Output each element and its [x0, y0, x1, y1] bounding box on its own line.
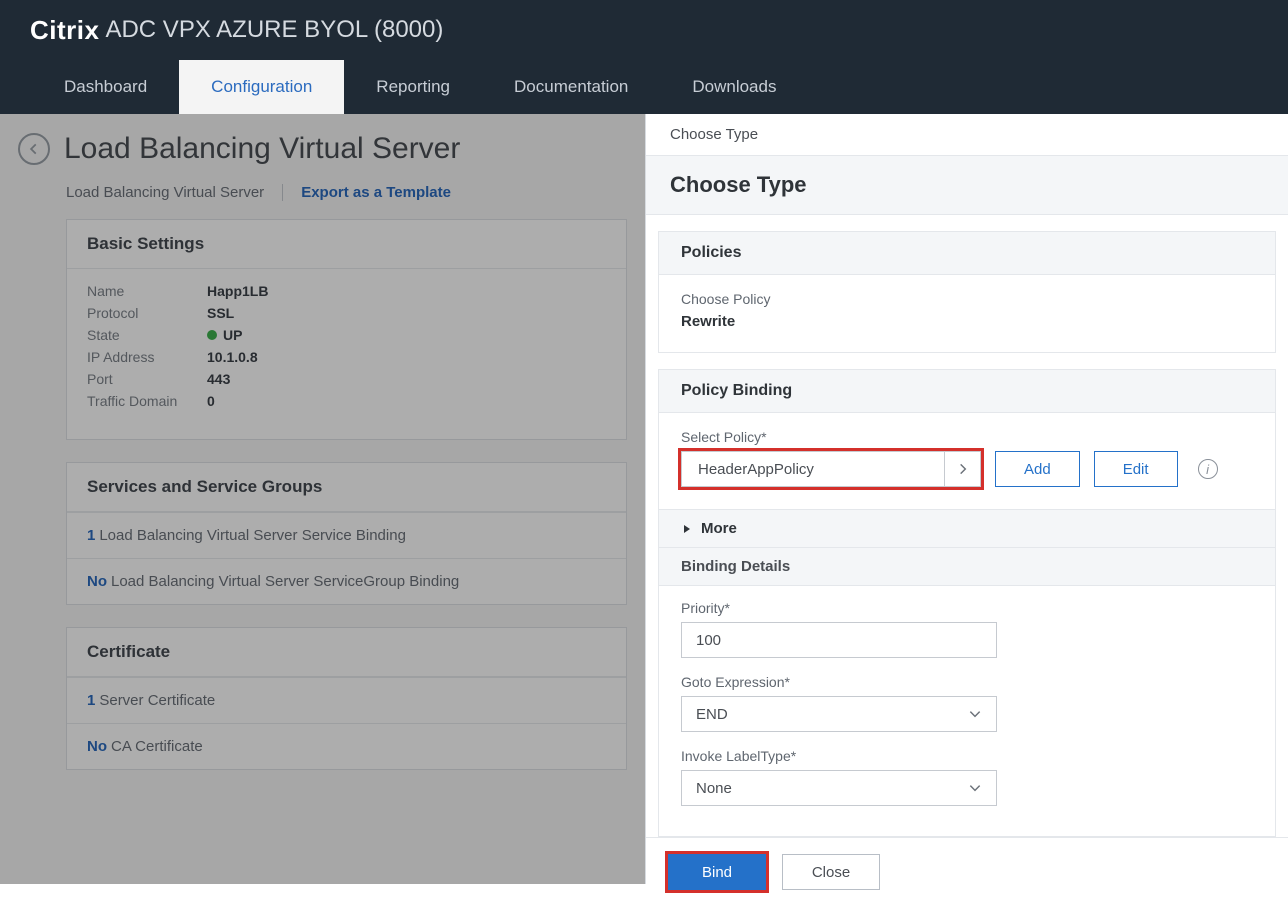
policies-header: Policies	[659, 232, 1275, 275]
bind-button[interactable]: Bind	[668, 854, 766, 890]
main-nav: Dashboard Configuration Reporting Docume…	[0, 60, 1288, 114]
chevron-down-icon	[968, 781, 982, 795]
page-content: Load Balancing Virtual Server Load Balan…	[0, 114, 645, 792]
brand-rest: ADC VPX AZURE BYOL (8000)	[105, 16, 443, 44]
kv-protocol: ProtocolSSL	[87, 305, 606, 321]
panel-title: Choose Type	[646, 155, 1288, 215]
basic-settings-header: Basic Settings	[67, 220, 626, 269]
servicegroup-binding-row[interactable]: NoLoad Balancing Virtual Server ServiceG…	[67, 558, 626, 604]
triangle-right-icon	[681, 523, 693, 535]
brand-bold: Citrix	[30, 15, 99, 46]
basic-settings-card: Basic Settings NameHapp1LB ProtocolSSL S…	[66, 219, 627, 440]
chevron-down-icon	[968, 707, 982, 721]
goto-label: Goto Expression*	[681, 674, 1253, 690]
select-policy-label: Select Policy*	[681, 429, 1253, 445]
info-icon[interactable]: i	[1198, 459, 1218, 479]
policies-section: Policies Choose Policy Rewrite	[658, 231, 1276, 353]
invoke-group: Invoke LabelType* None	[681, 748, 1253, 806]
choose-policy-value: Rewrite	[681, 313, 1253, 330]
invoke-dropdown[interactable]: None	[681, 770, 997, 806]
panel-breadcrumb: Choose Type	[646, 114, 1288, 155]
policy-binding-section: Policy Binding Select Policy* HeaderAppP…	[658, 369, 1276, 837]
choose-policy-label: Choose Policy	[681, 291, 1253, 307]
close-button[interactable]: Close	[782, 854, 880, 890]
edit-button[interactable]: Edit	[1094, 451, 1178, 487]
policy-binding-header: Policy Binding	[659, 370, 1275, 413]
panel-footer: Bind Close	[646, 837, 1288, 906]
goto-group: Goto Expression* END	[681, 674, 1253, 732]
services-card: Services and Service Groups 1Load Balanc…	[66, 462, 627, 605]
select-policy-picker[interactable]: HeaderAppPolicy	[681, 451, 981, 487]
basic-settings-body: NameHapp1LB ProtocolSSL StateUP IP Addre…	[67, 269, 626, 439]
subtitle-row: Load Balancing Virtual Server Export as …	[18, 184, 645, 201]
kv-port: Port443	[87, 371, 606, 387]
certificate-header: Certificate	[67, 628, 626, 677]
policies-body: Choose Policy Rewrite	[659, 275, 1275, 352]
more-toggle[interactable]: More	[659, 509, 1275, 547]
status-dot-icon	[207, 330, 217, 340]
priority-input[interactable]	[681, 622, 997, 658]
select-policy-row: HeaderAppPolicy Add Edit i	[681, 451, 1253, 487]
arrow-left-icon	[27, 142, 41, 156]
page-title-row: Load Balancing Virtual Server	[18, 132, 645, 166]
certificate-card: Certificate 1Server Certificate NoCA Cer…	[66, 627, 627, 770]
nav-reporting[interactable]: Reporting	[344, 60, 482, 114]
page-title: Load Balancing Virtual Server	[64, 132, 460, 166]
select-policy-text: HeaderAppPolicy	[682, 461, 944, 478]
kv-name: NameHapp1LB	[87, 283, 606, 299]
nav-dashboard[interactable]: Dashboard	[32, 60, 179, 114]
binding-details-header: Binding Details	[659, 547, 1275, 586]
invoke-label: Invoke LabelType*	[681, 748, 1253, 764]
priority-group: Priority*	[681, 600, 1253, 658]
side-panel: Choose Type Choose Type Policies Choose …	[645, 114, 1288, 884]
back-button[interactable]	[18, 133, 50, 165]
kv-ip: IP Address10.1.0.8	[87, 349, 606, 365]
server-cert-row[interactable]: 1Server Certificate	[67, 677, 626, 723]
service-binding-row[interactable]: 1Load Balancing Virtual Server Service B…	[67, 512, 626, 558]
services-header: Services and Service Groups	[67, 463, 626, 512]
goto-dropdown[interactable]: END	[681, 696, 997, 732]
subtitle-text: Load Balancing Virtual Server	[66, 184, 264, 201]
policy-binding-body: Select Policy* HeaderAppPolicy Add Edit …	[659, 413, 1275, 509]
app-header: Citrix ADC VPX AZURE BYOL (8000)	[0, 0, 1288, 60]
kv-state: StateUP	[87, 327, 606, 343]
export-template-link[interactable]: Export as a Template	[282, 184, 451, 201]
binding-details-body: Priority* Goto Expression* END Invoke La…	[659, 586, 1275, 836]
nav-configuration[interactable]: Configuration	[179, 60, 344, 114]
nav-documentation[interactable]: Documentation	[482, 60, 660, 114]
add-button[interactable]: Add	[995, 451, 1080, 487]
nav-downloads[interactable]: Downloads	[660, 60, 808, 114]
priority-label: Priority*	[681, 600, 1253, 616]
kv-traffic-domain: Traffic Domain0	[87, 393, 606, 409]
ca-cert-row[interactable]: NoCA Certificate	[67, 723, 626, 769]
chevron-right-icon	[944, 452, 980, 486]
